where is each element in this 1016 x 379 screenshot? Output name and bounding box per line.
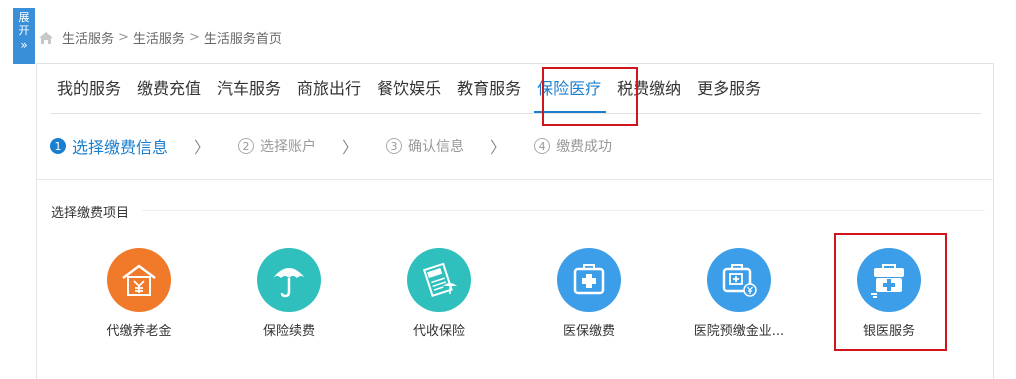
double-chevron-icon: »	[20, 38, 28, 52]
tab-travel[interactable]: 商旅出行	[290, 64, 370, 114]
step-1: 1 选择缴费信息	[50, 134, 168, 158]
breadcrumb: 生活服务 > 生活服务 > 生活服务首页	[38, 28, 282, 47]
step-number: 1	[50, 138, 66, 154]
service-label: 保险续费	[262, 324, 315, 339]
chevron-right-icon: 〉	[342, 138, 359, 157]
breadcrumb-separator: >	[118, 30, 129, 45]
tab-my-services[interactable]: 我的服务	[50, 64, 130, 114]
service-label: 代收保险	[412, 324, 465, 339]
breadcrumb-item-current: 生活服务首页	[203, 32, 282, 47]
expand-label-1: 展	[18, 11, 30, 24]
tab-dining-entertainment[interactable]: 餐饮娱乐	[370, 64, 450, 114]
section-title-rule	[142, 210, 985, 211]
service-highlight-box	[834, 233, 947, 351]
service-label: 医院预缴金业...	[693, 324, 785, 339]
step-number: 2	[238, 138, 255, 154]
section-title: 选择缴费项目	[51, 206, 130, 221]
house-yuan-icon	[107, 248, 171, 312]
tabs-divider	[50, 113, 981, 114]
step-number: 3	[386, 138, 403, 154]
service-medical-insurance-payment[interactable]: 医保缴费	[519, 248, 659, 339]
step-label: 确认信息	[408, 139, 465, 155]
step-2: 2 选择账户	[238, 136, 316, 156]
tab-payment-recharge[interactable]: 缴费充值	[130, 64, 210, 114]
umbrella-icon	[257, 248, 321, 312]
step-label: 选择账户	[260, 139, 317, 155]
step-3: 3 确认信息	[386, 136, 464, 156]
service-collect-insurance[interactable]: 代收保险	[369, 248, 509, 339]
section-divider	[37, 179, 993, 180]
policy-document-icon	[407, 248, 471, 312]
step-number: 4	[534, 138, 551, 154]
service-hospital-prepay[interactable]: 医院预缴金业...	[669, 248, 809, 339]
tab-education[interactable]: 教育服务	[450, 64, 530, 114]
tab-auto-services[interactable]: 汽车服务	[210, 64, 290, 114]
service-label: 医保缴费	[562, 324, 615, 339]
tab-more-services[interactable]: 更多服务	[690, 64, 770, 114]
expand-label-2: 开	[18, 24, 30, 37]
medical-cross-icon	[557, 248, 621, 312]
service-pension[interactable]: 代缴养老金	[69, 248, 209, 339]
breadcrumb-item-2[interactable]: 生活服务	[133, 28, 185, 47]
service-insurance-renewal[interactable]: 保险续费	[219, 248, 359, 339]
home-icon[interactable]	[38, 31, 54, 45]
breadcrumb-item-1[interactable]: 生活服务	[62, 28, 114, 47]
service-label: 代缴养老金	[106, 324, 172, 339]
breadcrumb-separator: >	[188, 30, 200, 45]
step-4: 4 缴费成功	[534, 136, 612, 156]
chevron-right-icon: 〉	[194, 138, 211, 157]
step-label: 缴费成功	[556, 139, 613, 155]
sidebar-expand-toggle[interactable]: 展 开 »	[13, 8, 35, 64]
step-label: 选择缴费信息	[72, 138, 169, 157]
step-indicator: 1 选择缴费信息 〉 2 选择账户 〉 3 确认信息 〉 4 缴费成功	[50, 134, 612, 158]
chevron-right-icon: 〉	[490, 138, 507, 157]
hospital-prepay-icon	[707, 248, 771, 312]
category-tabs: 我的服务 缴费充值 汽车服务 商旅出行 餐饮娱乐 教育服务 保险医疗 税费缴纳 …	[50, 64, 770, 114]
tab-highlight-box	[542, 67, 638, 126]
